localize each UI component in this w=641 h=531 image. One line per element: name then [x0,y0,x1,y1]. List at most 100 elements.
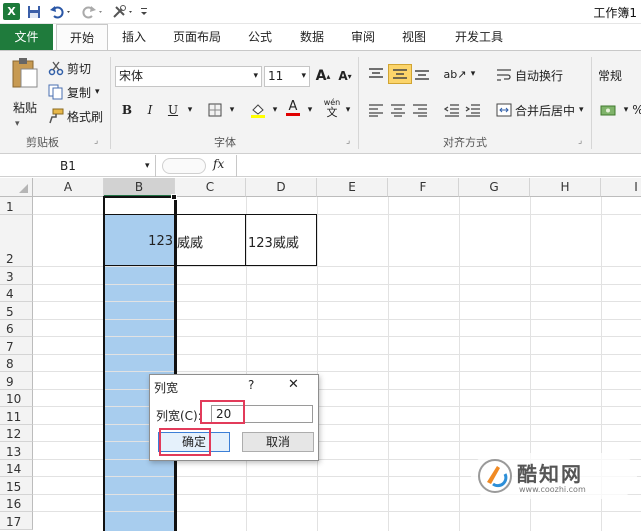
window-title: 工作簿1 [593,6,637,20]
row-header-3[interactable]: 3 [0,267,33,285]
save-icon[interactable] [26,3,42,20]
middle-align-icon[interactable] [388,64,412,84]
ok-highlight-box [159,428,211,456]
clipboard-dialog-launcher-icon[interactable]: ⌟ [94,136,98,146]
align-left-icon[interactable] [366,100,386,120]
paste-dropdown-arrow[interactable]: ▾ [15,119,20,129]
cell-b2[interactable]: 123 [106,234,173,249]
row-header-13[interactable]: 13 [0,442,33,460]
row-header-12[interactable]: 12 [0,424,33,442]
row-header-1[interactable]: 1 [0,197,33,215]
decrease-indent-icon[interactable] [442,100,462,120]
row-header-15[interactable]: 15 [0,477,33,495]
row-header-9[interactable]: 9 [0,372,33,390]
undo-icon[interactable] [48,3,74,20]
bold-icon[interactable]: B [117,100,137,120]
tab-insert[interactable]: 插入 [114,24,154,50]
increase-indent-icon[interactable] [463,100,483,120]
top-align-icon[interactable] [366,64,386,84]
selection-border-left [103,197,105,531]
row-header-16[interactable]: 16 [0,494,33,512]
font-size-select[interactable]: 11 ▾ [264,66,310,87]
percent-style-icon[interactable]: % [628,100,641,120]
bottom-align-icon[interactable] [412,64,432,84]
excel-app-icon[interactable]: X [3,3,20,20]
alignment-dialog-launcher-icon[interactable]: ⌟ [578,136,582,146]
font-name-value: 宋体 [119,69,144,83]
gridline [33,353,641,355]
merge-dropdown-arrow[interactable]: ▾ [579,105,584,115]
column-header-h[interactable]: H [530,178,601,197]
insert-function-icon[interactable]: fx [213,157,224,171]
align-right-icon[interactable] [410,100,430,120]
merge-center-button[interactable]: 合并后居中 ▾ [496,101,584,119]
tab-file[interactable]: 文件 [0,24,53,50]
group-divider [591,57,592,149]
name-box[interactable]: B1 ▾ [0,155,156,177]
alignment-group-label: 对齐方式 [443,136,487,149]
row-header-8[interactable]: 8 [0,354,33,372]
tab-view[interactable]: 视图 [394,24,434,50]
tab-page-layout[interactable]: 页面布局 [164,24,230,50]
column-header-f[interactable]: F [388,178,459,197]
fill-handle[interactable] [171,194,177,200]
active-cell-b1[interactable] [104,197,175,215]
copy-dropdown-arrow[interactable]: ▾ [95,87,100,97]
ribbon: 粘贴 ▾ 剪切 复制 ▾ 格式刷 剪贴板 ⌟ 宋体 ▾ 11 ▾ A ▴ A ▾ B… [0,50,641,154]
watermark: 酷知网 www.coozhi.com [471,453,637,499]
wrap-text-button[interactable]: 自动换行 [496,66,563,84]
row-header-5[interactable]: 5 [0,302,33,320]
column-header-c[interactable]: C [175,178,246,197]
formula-bar-resizer[interactable] [162,158,206,174]
number-format-select[interactable]: 常规 [598,67,622,84]
customize-toolbar-icon[interactable] [138,3,150,20]
italic-icon[interactable]: I [140,100,160,120]
borders-dropdown-arrow[interactable]: ▾ [222,100,242,120]
orientation-dropdown-arrow[interactable]: ▾ [463,64,483,84]
align-center-icon[interactable] [388,100,408,120]
redo-icon[interactable] [80,3,106,20]
formula-input[interactable] [236,155,641,177]
gridline [459,197,460,531]
column-header-e[interactable]: E [317,178,388,197]
phonetic-dropdown-arrow[interactable]: ▾ [338,100,358,120]
font-color-dropdown-arrow[interactable]: ▾ [300,100,320,120]
format-painter-button[interactable]: 格式刷 [48,107,103,125]
cell-c2[interactable]: 威威 [177,232,203,251]
column-header-g[interactable]: G [459,178,530,197]
cell-d2[interactable]: 123威威 [248,232,299,251]
tab-formulas[interactable]: 公式 [240,24,280,50]
select-all-corner[interactable] [0,178,33,197]
column-header-b[interactable]: B [104,178,175,197]
underline-dropdown-arrow[interactable]: ▾ [180,100,200,120]
help-button[interactable]: ? [248,378,254,392]
row-header-14[interactable]: 14 [0,459,33,477]
tab-developer[interactable]: 开发工具 [446,24,512,50]
paste-button[interactable]: 粘贴 [8,57,42,127]
font-name-select[interactable]: 宋体 ▾ [115,66,262,87]
font-dialog-launcher-icon[interactable]: ⌟ [346,136,350,146]
row-header-4[interactable]: 4 [0,284,33,302]
decrease-font-size-icon[interactable]: A ▾ [335,66,355,86]
tab-home[interactable]: 开始 [56,24,108,50]
row-header-17[interactable]: 17 [0,512,33,530]
column-header-i[interactable]: I [601,178,641,197]
tools-icon[interactable] [110,3,136,20]
row-header-11[interactable]: 11 [0,407,33,425]
row-header-2[interactable]: 2 [0,215,33,267]
tab-data[interactable]: 数据 [292,24,332,50]
accounting-format-icon[interactable] [598,100,618,120]
tab-review[interactable]: 审阅 [343,24,383,50]
fill-color-dropdown-arrow[interactable]: ▾ [265,100,285,120]
cut-button[interactable]: 剪切 [48,59,91,77]
copy-button[interactable]: 复制 ▾ [48,83,100,101]
close-icon[interactable]: ✕ [288,377,299,392]
increase-font-size-icon[interactable]: A ▴ [313,66,333,86]
cancel-button[interactable]: 取消 [242,432,314,452]
row-header-6[interactable]: 6 [0,319,33,337]
row-header-7[interactable]: 7 [0,337,33,355]
column-header-a[interactable]: A [33,178,104,197]
row-header-10[interactable]: 10 [0,389,33,407]
column-header-d[interactable]: D [246,178,317,197]
orientation-icon[interactable]: ab↗ [444,64,467,84]
